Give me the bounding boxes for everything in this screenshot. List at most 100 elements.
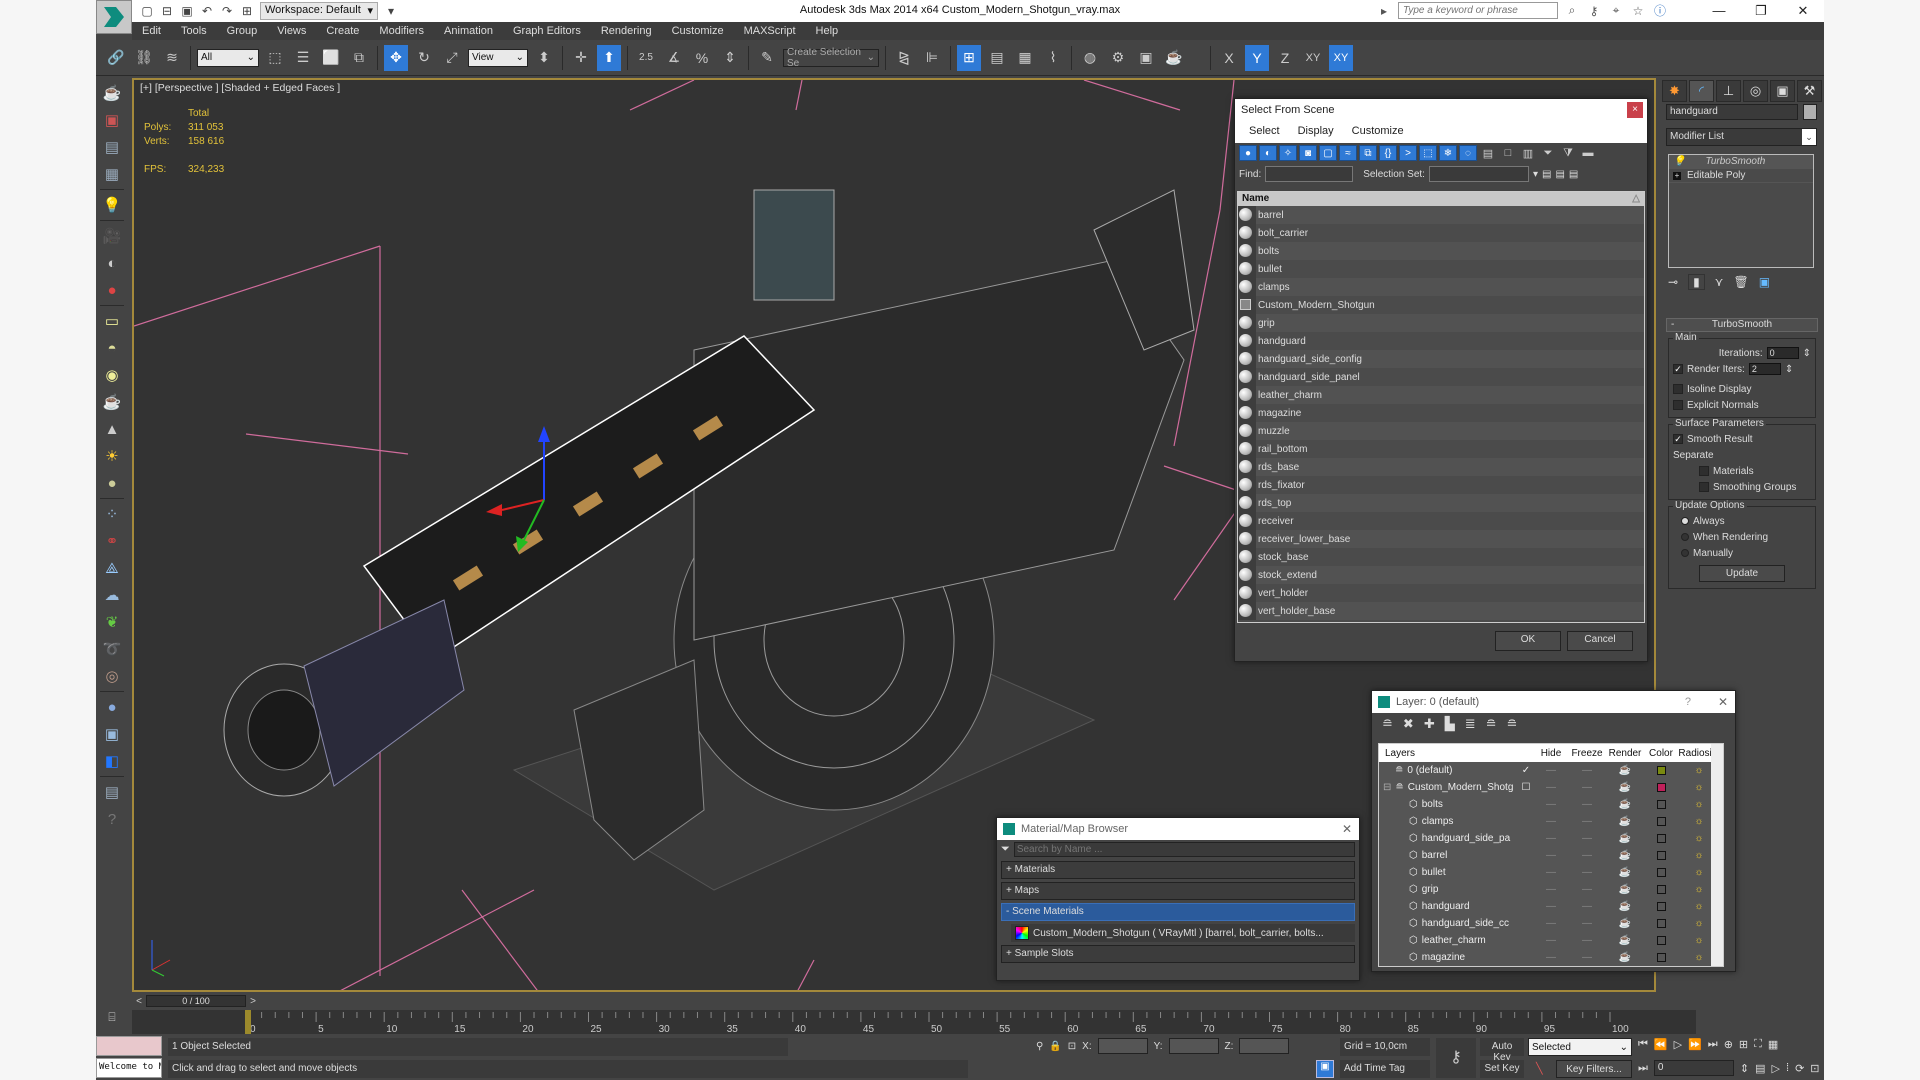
select-dependents-icon[interactable]: ▤ [1555,169,1564,180]
default-tangent-icon[interactable]: ╲ [1536,1062,1543,1075]
expand-plus-icon[interactable]: + [1673,171,1681,180]
shapes-filter-icon[interactable]: ◐ [1259,145,1277,161]
hide-toggle[interactable]: — [1533,816,1569,827]
select-influences-icon[interactable]: ▤ [1569,169,1578,180]
help-button[interactable]: ? [1685,696,1691,708]
sun-icon[interactable]: ☀ [99,444,125,468]
freeze-toggle[interactable]: — [1569,782,1605,793]
selection-set-dropdown[interactable] [1428,166,1529,182]
current-layer-indicator[interactable]: ✓ [1519,765,1533,776]
menu-modifiers[interactable]: Modifiers [369,22,434,40]
menu-help[interactable]: Help [806,22,849,40]
curve-editor-icon[interactable]: ⌇ [1041,45,1065,71]
collapse-icon[interactable]: ⊟ [1383,782,1391,793]
freeze-toggle[interactable]: — [1569,901,1605,912]
reference-coordinate-dropdown[interactable]: View ⌄ [468,48,528,67]
list-item[interactable]: receiver [1238,512,1644,530]
hidden-filter-icon[interactable]: ◌ [1459,145,1477,161]
configure-modifier-sets-icon[interactable]: ▣ [1759,275,1770,289]
render-setup-icon[interactable]: ⚙ [1106,45,1130,71]
edit-named-selection-icon[interactable]: ✎ [755,45,779,71]
menu-create[interactable]: Create [316,22,369,40]
list-item[interactable]: bolt_carrier [1238,224,1644,242]
display-none-icon[interactable]: □ [1499,145,1517,161]
help-search-input[interactable] [1398,2,1558,19]
display-all-icon[interactable]: ▤ [1479,145,1497,161]
open-file-icon[interactable]: ⊟ [160,4,174,18]
close-button[interactable]: ✕ [1782,0,1824,22]
display-tab-icon[interactable]: ▣ [1770,80,1795,102]
render-teapot-icon[interactable]: ☕ [1605,884,1645,895]
category-sample-slots[interactable]: + Sample Slots [1001,945,1355,963]
pyramid-icon[interactable]: ⟁ [99,556,125,580]
key-icon[interactable]: ⚷ [1586,4,1602,18]
teapot-light-icon[interactable]: ☕ [99,390,125,414]
stack-item-turbosmooth[interactable]: 💡 TurboSmooth [1669,155,1813,169]
teapot-icon[interactable]: ☕ [99,81,125,105]
render-teapot-icon[interactable]: ☕ [1605,952,1645,963]
cameras-filter-icon[interactable]: ◙ [1299,145,1317,161]
spinner-arrows-icon[interactable]: ⇕ [1803,348,1811,359]
iterations-spinner[interactable]: 0 [1766,347,1799,359]
filter-icon[interactable]: ⏷ [1539,145,1557,161]
layer-row[interactable]: ⬡ bullet — — ☕ ☼ [1379,864,1723,881]
list-item[interactable]: rail_bottom [1238,440,1644,458]
category-materials[interactable]: + Materials [1001,861,1355,879]
layer-color-swatch[interactable] [1656,766,1666,775]
layer-color-swatch[interactable] [1656,885,1666,894]
binoculars-icon[interactable]: ⌕ [1564,3,1580,18]
smooth-result-checkbox[interactable]: ✓ [1673,434,1683,444]
cone-icon[interactable]: ▲ [99,417,125,441]
new-file-icon[interactable]: ▢ [140,4,154,18]
freeze-toggle[interactable]: — [1569,765,1605,776]
cloud-icon[interactable]: ☁ [99,583,125,607]
sfs-menu-customize[interactable]: Customize [1352,125,1404,139]
rectangular-selection-icon[interactable]: ⬜ [319,45,343,71]
properties-icon[interactable]: ▤ [99,135,125,159]
bones-filter-icon[interactable]: > [1399,145,1417,161]
remove-modifier-icon[interactable]: 🗑 [1733,275,1748,289]
columns-icon[interactable]: ▬ [1579,145,1597,161]
hide-toggle[interactable]: — [1533,918,1569,929]
material-slate-icon[interactable]: ▣ [99,722,125,746]
space-warps-filter-icon[interactable]: ≈ [1339,145,1357,161]
camera-physical-icon[interactable]: ● [99,278,125,302]
settings-panel-icon[interactable]: ▤ [99,780,125,804]
menu-tools[interactable]: Tools [171,22,217,40]
render-teapot-icon[interactable]: ☕ [1605,918,1645,929]
camera-target-icon[interactable]: ◐ [99,251,125,275]
spinner-snap-icon[interactable]: ⇕ [718,45,742,71]
lightbulb-icon[interactable]: 💡 [1673,156,1685,167]
app-menu-button[interactable] [96,0,132,34]
geometry-filter-icon[interactable]: ● [1239,145,1257,161]
freeze-all-icon[interactable]: ≘ [1507,716,1518,732]
render-production-icon[interactable]: ☕ [1162,45,1186,71]
pivot-center-icon[interactable]: ⬍ [532,45,556,71]
time-configuration-icon[interactable]: ▤ [1755,1062,1765,1075]
render-iters-spinner[interactable]: 2 [1748,363,1781,375]
unlink-icon[interactable]: ⛓ [132,45,156,71]
find-input[interactable] [1265,166,1354,182]
mini-curve-editor-icon[interactable]: ⌸ [100,1010,124,1032]
separate-materials-checkbox[interactable] [1699,466,1709,476]
display-invert-icon[interactable]: ▥ [1519,145,1537,161]
spinner-arrows-icon[interactable]: ⇕ [1740,1062,1749,1075]
create-tab-icon[interactable]: ✸ [1662,80,1687,102]
layer-color-swatch[interactable] [1656,851,1666,860]
sphere-light-icon[interactable]: ● [99,471,125,495]
layer-row[interactable]: ⬡ leather_charm — — ☕ ☼ [1379,932,1723,949]
molecule-icon[interactable]: ⚭ [99,529,125,553]
plane-light-icon[interactable]: ▭ [99,309,125,333]
render-teapot-icon[interactable]: ☕ [1605,867,1645,878]
select-and-scale-icon[interactable]: ⤢ [440,45,464,71]
list-item[interactable]: stock_base [1238,548,1644,566]
containers-filter-icon[interactable]: ⬚ [1419,145,1437,161]
hair-fur-icon[interactable]: ➰ [99,637,125,661]
list-item[interactable]: rds_top [1238,494,1644,512]
viewport-label[interactable]: [+] [Perspective ] [Shaded + Edged Faces… [140,82,340,94]
list-item[interactable]: stock_extend [1238,566,1644,584]
set-key-button[interactable]: Set Key [1480,1060,1524,1078]
list-item[interactable]: vert_holder_base [1238,602,1644,620]
layer-row[interactable]: ≘ 0 (default) ✓ — — ☕ ☼ [1379,762,1723,779]
help-icon[interactable]: ⓘ [1652,2,1668,19]
